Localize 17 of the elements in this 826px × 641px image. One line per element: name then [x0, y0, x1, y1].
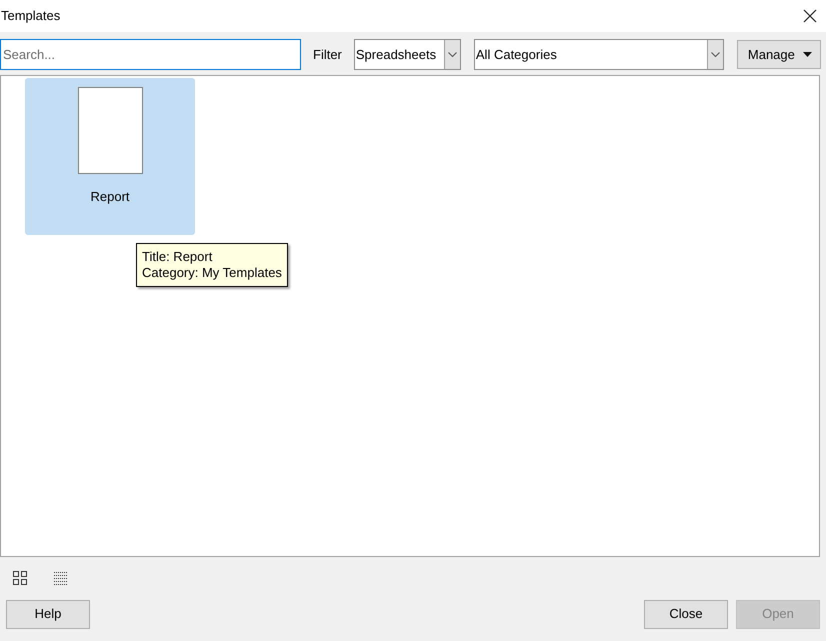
- caret-icon: [802, 52, 812, 57]
- list-view-icon[interactable]: [53, 570, 69, 586]
- chevron-down-icon: [448, 52, 457, 58]
- dialog-button[interactable]: Help: [6, 600, 90, 628]
- chevron-down-icon: [710, 52, 720, 58]
- window-title: Templates: [1, 7, 60, 26]
- dialog-button[interactable]: Close: [644, 600, 728, 628]
- close-icon[interactable]: [802, 8, 818, 24]
- document-type-dropdown[interactable]: Spreadsheets: [354, 39, 461, 70]
- manage-button[interactable]: Manage: [736, 40, 821, 69]
- tooltip-text: Category: My Templates: [142, 265, 282, 281]
- tooltip-text: Title: Report: [142, 249, 214, 265]
- grid-view-icon[interactable]: [13, 570, 29, 586]
- category-dropdown[interactable]: All Categories: [474, 39, 724, 70]
- filter-label: Filter: [313, 46, 342, 64]
- search-field[interactable]: Search...: [0, 39, 301, 70]
- template-item[interactable]: Report: [25, 78, 195, 235]
